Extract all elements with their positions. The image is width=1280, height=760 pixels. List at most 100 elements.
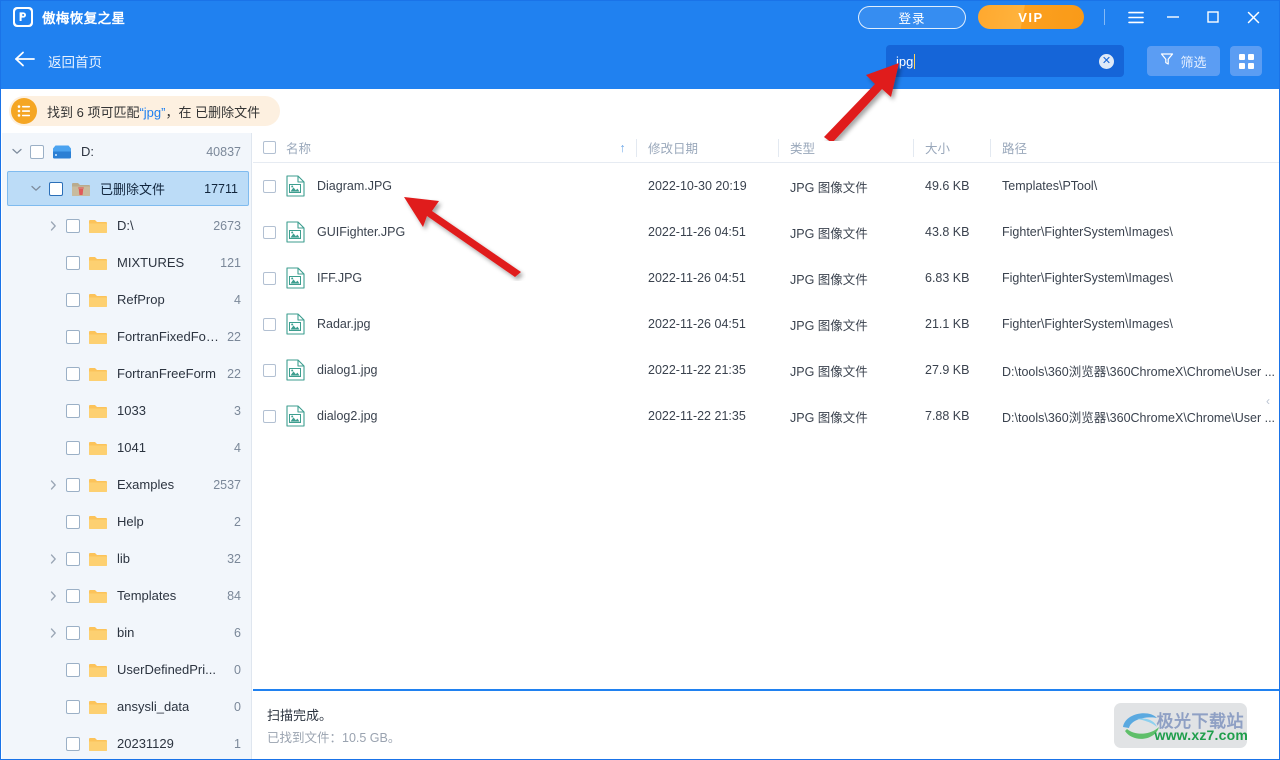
file-path-label: D:\tools\360浏览器\360ChromeX\Chrome\User .… bbox=[1002, 364, 1276, 379]
tree-item-checkbox[interactable] bbox=[30, 144, 44, 159]
search-input[interactable]: jpg ✕ bbox=[886, 45, 1124, 77]
tree-item-label: Templates bbox=[117, 588, 177, 603]
banner-query: “jpg” bbox=[139, 104, 166, 120]
table-row[interactable]: GUIFighter.JPG 2022-11-26 04:51 JPG 图像文件 43… bbox=[253, 209, 1279, 255]
table-row[interactable]: IFF.JPG 2022-11-26 04:51 JPG 图像文件 6.83 KB Fi… bbox=[253, 255, 1279, 301]
tree-item-fortranfreeform[interactable]: FortranFreeForm 22 bbox=[2, 355, 251, 392]
column-header-size[interactable]: 大小 bbox=[914, 133, 991, 163]
tree-item-checkbox[interactable] bbox=[66, 477, 80, 492]
sort-ascending-icon[interactable]: ↑ bbox=[608, 133, 637, 163]
chevron-down-icon[interactable] bbox=[10, 145, 24, 159]
banner-suffix: ，在 已删除文件 bbox=[165, 104, 261, 120]
row-checkbox[interactable] bbox=[253, 255, 286, 301]
tree-item-templates[interactable]: Templates 84 bbox=[2, 577, 251, 614]
tree-item-1033[interactable]: 1033 3 bbox=[2, 392, 251, 429]
tree-item-checkbox[interactable] bbox=[66, 292, 80, 307]
tree-item-checkbox[interactable] bbox=[66, 514, 80, 529]
tree-item-d[interactable]: D:\ 2673 bbox=[2, 207, 251, 244]
jpg-file-icon bbox=[286, 313, 305, 335]
tree-item-checkbox[interactable] bbox=[66, 736, 80, 751]
tree-item-checkbox[interactable] bbox=[49, 181, 63, 196]
tree-item-d[interactable]: D: 40837 bbox=[2, 133, 251, 170]
tree-item-userdefinedpri[interactable]: UserDefinedPri... 0 bbox=[2, 651, 251, 688]
vip-button[interactable]: VIP bbox=[978, 5, 1084, 29]
hamburger-menu-icon[interactable] bbox=[1119, 1, 1153, 33]
cell-spacer bbox=[608, 255, 637, 301]
tree-item-count: 0 bbox=[234, 662, 241, 677]
column-header-type[interactable]: 类型 bbox=[779, 133, 914, 163]
tree-item-help[interactable]: Help 2 bbox=[2, 503, 251, 540]
row-checkbox[interactable] bbox=[253, 163, 286, 209]
filter-button[interactable]: 筛选 bbox=[1147, 46, 1220, 76]
collapse-panel-handle[interactable]: ‹ bbox=[1266, 395, 1270, 407]
login-button[interactable]: 登录 bbox=[858, 5, 966, 29]
tree-item-label: 已删除文件 bbox=[100, 182, 166, 197]
tree-item-checkbox[interactable] bbox=[66, 255, 80, 270]
column-header-type-label: 类型 bbox=[790, 142, 816, 156]
chevron-right-icon[interactable] bbox=[46, 219, 60, 233]
tree-item-checkbox[interactable] bbox=[66, 440, 80, 455]
tree-item-mixtures[interactable]: MIXTURES 121 bbox=[2, 244, 251, 281]
chevron-right-icon[interactable] bbox=[46, 552, 60, 566]
cell-modified-date: 2022-11-26 04:51 bbox=[648, 271, 746, 285]
tree-item-label: Help bbox=[117, 514, 144, 529]
tree-item-checkbox[interactable] bbox=[66, 366, 80, 381]
tree-item-examples[interactable]: Examples 2537 bbox=[2, 466, 251, 503]
clear-circle-icon[interactable]: ✕ bbox=[1099, 53, 1114, 69]
table-row[interactable]: Radar.jpg 2022-11-26 04:51 JPG 图像文件 21.1 KB… bbox=[253, 301, 1279, 347]
tree-item-refprop[interactable]: RefProp 4 bbox=[2, 281, 251, 318]
results-banner: 找到 6 项可匹配“jpg”，在 已删除文件 bbox=[9, 96, 281, 126]
tree-item-label: 20231129 bbox=[117, 736, 174, 751]
tree-item-ansyslidata[interactable]: ansysli_data 0 bbox=[2, 688, 251, 725]
jpg-file-icon bbox=[286, 359, 305, 381]
tree-item-checkbox[interactable] bbox=[66, 588, 80, 603]
table-row[interactable]: dialog1.jpg 2022-11-22 21:35 JPG 图像文件 27.9 … bbox=[253, 347, 1279, 393]
checkbox-glyph bbox=[263, 363, 276, 377]
tree-item-checkbox[interactable] bbox=[66, 218, 80, 233]
chevron-down-icon[interactable] bbox=[29, 182, 43, 196]
twisty-placeholder bbox=[46, 515, 60, 529]
tree-item-已删除文件[interactable]: 已删除文件 17711 bbox=[7, 171, 249, 206]
tree-item-checkbox[interactable] bbox=[66, 551, 80, 566]
row-checkbox[interactable] bbox=[253, 347, 286, 393]
close-icon[interactable] bbox=[1233, 1, 1273, 33]
tree-item-checkbox[interactable] bbox=[66, 662, 80, 677]
twisty-placeholder bbox=[46, 663, 60, 677]
row-checkbox[interactable] bbox=[253, 301, 286, 347]
file-name-label: IFF.JPG bbox=[317, 271, 363, 285]
file-list-body: Diagram.JPG 2022-10-30 20:19 JPG 图像文件 49.6 … bbox=[253, 163, 1279, 439]
tree-item-checkbox[interactable] bbox=[66, 699, 80, 714]
tree-item-1041[interactable]: 1041 4 bbox=[2, 429, 251, 466]
row-checkbox[interactable] bbox=[253, 393, 286, 439]
tree-item-count: 22 bbox=[227, 329, 241, 344]
folder-tree-sidebar[interactable]: D: 40837 已删除文件 17711 D:\ 2673 MIXTURES 121 RefPr… bbox=[2, 133, 252, 759]
column-header-name[interactable]: 名称 bbox=[286, 133, 608, 163]
cell-file-name: dialog2.jpg bbox=[286, 393, 608, 439]
tree-item-checkbox[interactable] bbox=[66, 403, 80, 418]
grid-view-icon[interactable] bbox=[1230, 46, 1262, 76]
tree-item-lib[interactable]: lib 32 bbox=[2, 540, 251, 577]
tree-item-checkbox[interactable] bbox=[66, 329, 80, 344]
table-row[interactable]: dialog2.jpg 2022-11-22 21:35 JPG 图像文件 7.88 … bbox=[253, 393, 1279, 439]
column-header-path[interactable]: 路径 bbox=[991, 133, 1279, 163]
select-all-checkbox[interactable] bbox=[253, 133, 286, 163]
row-checkbox[interactable] bbox=[253, 209, 286, 255]
tree-item-checkbox[interactable] bbox=[66, 625, 80, 640]
twisty-placeholder bbox=[46, 293, 60, 307]
tree-item-count: 4 bbox=[234, 292, 241, 307]
maximize-icon[interactable] bbox=[1193, 1, 1233, 33]
column-header-date[interactable]: 修改日期 bbox=[637, 133, 779, 163]
minimize-icon[interactable] bbox=[1153, 1, 1193, 33]
back-to-home-button[interactable]: 返回首页 bbox=[14, 51, 102, 72]
tree-item-20231129[interactable]: 20231129 1 bbox=[2, 725, 251, 759]
tree-item-bin[interactable]: bin 6 bbox=[2, 614, 251, 651]
chevron-right-icon[interactable] bbox=[46, 478, 60, 492]
chevron-right-icon[interactable] bbox=[46, 589, 60, 603]
tree-item-fortranfixedform[interactable]: FortranFixedForm 22 bbox=[2, 318, 251, 355]
tree-item-count: 3 bbox=[234, 403, 241, 418]
filter-label: 筛选 bbox=[1180, 54, 1207, 70]
table-row[interactable]: Diagram.JPG 2022-10-30 20:19 JPG 图像文件 49.6 … bbox=[253, 163, 1279, 209]
column-header-name-label: 名称 bbox=[286, 142, 312, 156]
folder-icon bbox=[88, 439, 108, 456]
chevron-right-icon[interactable] bbox=[46, 626, 60, 640]
